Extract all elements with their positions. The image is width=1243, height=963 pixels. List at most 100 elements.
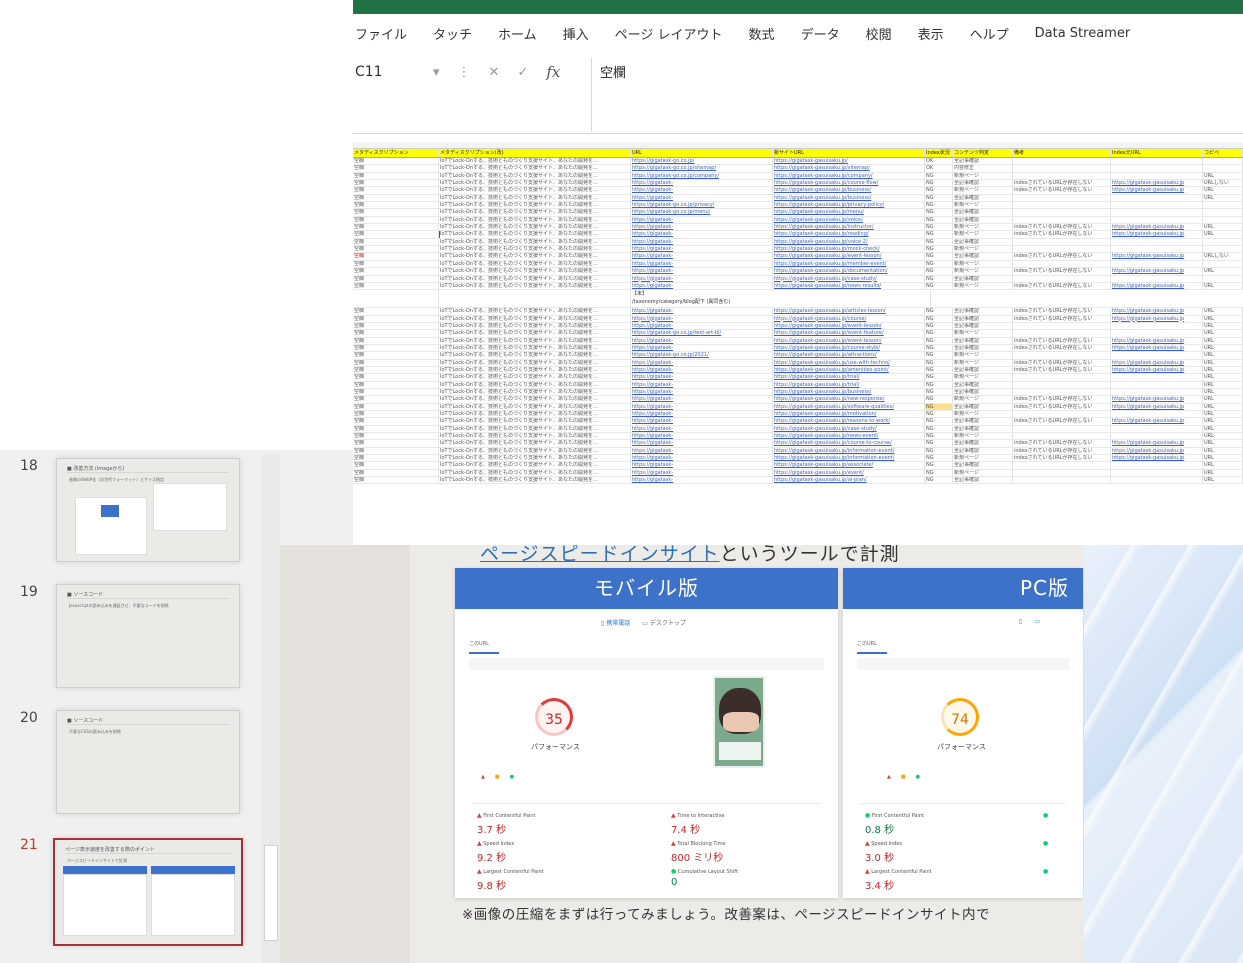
table-cell[interactable]: https://gigatask-gasuisaku.jp/informatio… xyxy=(773,455,925,462)
table-cell[interactable]: https://gigatask-gasuisaku.jp/mock-check… xyxy=(773,246,925,253)
table-cell[interactable]: URL xyxy=(1203,418,1243,425)
table-cell[interactable]: URL xyxy=(1203,462,1243,469)
table-cell[interactable] xyxy=(1013,411,1111,418)
table-cell[interactable]: IoTでLock-Onする、技術とものづくり支援サイト、あなたの開発を... xyxy=(439,194,631,202)
table-cell[interactable]: IoTでLock-Onする、技術とものづくり支援サイト、あなたの開発を... xyxy=(439,172,631,179)
table-cell[interactable]: NG xyxy=(925,425,953,432)
table-cell[interactable]: indexされているURLが存在しない xyxy=(1013,359,1111,366)
table-cell[interactable]: https://gigatask- xyxy=(631,366,773,374)
table-cell[interactable]: 空欄 xyxy=(353,158,439,165)
table-cell[interactable]: https://gigatask-gasuisaku.jp xyxy=(1111,418,1203,425)
ribbon-tab-file[interactable]: ファイル xyxy=(355,24,421,43)
table-cell[interactable]: 空欄 xyxy=(353,165,439,172)
table-cell[interactable]: https://gigatask-gasuisaku.jp/case-study… xyxy=(773,425,925,432)
table-cell[interactable]: https://gigatask-gasuisaku.jp xyxy=(1111,224,1203,231)
table-cell[interactable]: 新規ページ xyxy=(953,268,1013,275)
table-cell[interactable]: https://gigatask- xyxy=(631,216,773,224)
table-cell[interactable]: https://gigatask-gasuisaku.jp/news-resul… xyxy=(773,282,925,290)
table-cell[interactable]: URL xyxy=(1203,315,1243,322)
table-cell[interactable]: NG xyxy=(925,411,953,418)
table-cell[interactable]: 新規ページ xyxy=(953,231,1013,238)
table-cell[interactable]: https://gigatask-gasuisaku.jp xyxy=(1111,268,1203,275)
table-cell[interactable]: https://gigatask- xyxy=(631,411,773,418)
table-cell[interactable]: https://gigatask- xyxy=(631,282,773,290)
table-cell[interactable]: NG xyxy=(925,194,953,202)
table-cell[interactable]: URL xyxy=(1203,433,1243,440)
table-cell[interactable] xyxy=(1111,246,1203,253)
table-cell[interactable]: IoTでLock-Onする、技術とものづくり支援サイト、あなたの開発を... xyxy=(439,381,631,388)
table-cell[interactable]: https://gigatask-gasuisaku.jp/event-less… xyxy=(773,322,925,330)
ribbon-tab-page-layout[interactable]: ページ レイアウト xyxy=(615,24,737,43)
table-cell[interactable]: 全記事確認 xyxy=(953,366,1013,374)
table-cell[interactable]: https://gigatask- xyxy=(631,231,773,238)
table-cell[interactable] xyxy=(1013,246,1111,253)
table-cell[interactable]: 新規ページ xyxy=(953,469,1013,477)
table-cell[interactable]: https://gigatask-gasuisaku.jp xyxy=(1111,282,1203,290)
table-cell[interactable]: URL xyxy=(1203,381,1243,388)
table-cell[interactable]: 全記事確認 xyxy=(953,322,1013,330)
tab-desktop[interactable]: ▭ xyxy=(1034,618,1040,625)
table-cell[interactable]: https://gigatask-gasuisaku.jp xyxy=(1111,366,1203,374)
table-cell[interactable]: 全記事確認 xyxy=(953,447,1013,455)
table-cell[interactable]: 全記事確認 xyxy=(953,253,1013,260)
table-cell[interactable] xyxy=(1111,352,1203,359)
table-cell[interactable]: https://gigatask-go.co.jp/2021/ xyxy=(631,352,773,359)
slide-thumbnail-20[interactable]: ■ ソースコード 不要なCSSの読み込みを削除 xyxy=(56,710,240,814)
table-cell[interactable]: 空欄 xyxy=(353,433,439,440)
table-cell[interactable]: URL xyxy=(1203,282,1243,290)
table-cell[interactable]: IoTでLock-Onする、技術とものづくり支援サイト、あなたの開発を... xyxy=(439,447,631,455)
table-cell[interactable]: https://gigatask-gasuisaku.jp/event/ xyxy=(773,469,925,477)
table-cell[interactable]: https://gigatask-gasuisaku.jp/business/ xyxy=(773,194,925,202)
table-cell[interactable]: https://gigatask-gasuisaku.jp/event-feat… xyxy=(773,330,925,337)
table-cell[interactable]: https://gigatask-gasuisaku.jp/reading/ xyxy=(773,231,925,238)
table-cell[interactable] xyxy=(1013,462,1111,469)
table-cell[interactable]: 空欄 xyxy=(353,322,439,330)
table-cell[interactable] xyxy=(1203,158,1243,165)
table-cell[interactable]: IoTでLock-Onする、技術とものづくり支援サイト、あなたの開発を... xyxy=(439,388,631,396)
table-cell[interactable]: 空欄 xyxy=(353,282,439,290)
table-cell[interactable]: IoTでLock-Onする、技術とものづくり支援サイト、あなたの開発を... xyxy=(439,224,631,231)
ribbon-tab-review[interactable]: 校閲 xyxy=(866,24,906,43)
table-cell[interactable]: NG xyxy=(925,209,953,216)
table-cell[interactable]: URL xyxy=(1203,366,1243,374)
table-cell[interactable] xyxy=(1111,202,1203,209)
table-cell[interactable]: https://gigatask-gasuisaku.jp/member-eve… xyxy=(773,260,925,268)
table-cell[interactable]: 全記事確認 xyxy=(953,337,1013,344)
table-cell[interactable]: https://gigatask- xyxy=(631,260,773,268)
table-cell[interactable]: NG xyxy=(925,275,953,282)
table-cell[interactable]: 全記事確認 xyxy=(953,158,1013,165)
table-cell[interactable]: NG xyxy=(925,418,953,425)
table-cell[interactable]: https://gigatask-gasuisaku.jp/ xyxy=(773,158,925,165)
table-cell[interactable]: https://gigatask-gasuisaku.jp xyxy=(1111,253,1203,260)
table-cell[interactable] xyxy=(1013,158,1111,165)
table-cell[interactable]: NG xyxy=(925,403,953,410)
table-cell[interactable]: https://gigatask- xyxy=(631,374,773,381)
table-cell[interactable]: indexされているURLが存在しない xyxy=(1013,403,1111,410)
ribbon-tab-insert[interactable]: 挿入 xyxy=(563,24,603,43)
table-cell[interactable]: 新規ページ xyxy=(953,202,1013,209)
table-cell[interactable]: 空欄 xyxy=(353,381,439,388)
table-cell[interactable]: 全記事確認 xyxy=(953,209,1013,216)
table-cell[interactable]: NG xyxy=(925,260,953,268)
table-cell[interactable]: IoTでLock-Onする、技術とものづくり支援サイト、あなたの開発を... xyxy=(439,315,631,322)
table-cell[interactable]: https://gigatask-gasuisaku.jp/sitemap/ xyxy=(773,165,925,172)
table-cell[interactable]: https://gigatask- xyxy=(631,344,773,352)
ribbon-tab-formulas[interactable]: 数式 xyxy=(749,24,789,43)
table-cell[interactable]: 新規ページ xyxy=(953,433,1013,440)
table-cell[interactable]: IoTでLock-Onする、技術とものづくり支援サイト、あなたの開発を... xyxy=(439,337,631,344)
table-cell[interactable]: NG xyxy=(925,396,953,403)
table-cell[interactable] xyxy=(1013,194,1111,202)
table-cell[interactable]: 空欄 xyxy=(353,187,439,194)
table-cell[interactable]: https://gigatask- xyxy=(631,403,773,410)
table-cell[interactable]: NG xyxy=(925,344,953,352)
table-cell[interactable] xyxy=(1111,209,1203,216)
table-cell[interactable]: IoTでLock-Onする、技術とものづくり支援サイト、あなたの開発を... xyxy=(439,462,631,469)
header-cell[interactable]: コンテンツ判定 xyxy=(953,149,1013,157)
table-cell[interactable]: https://gigatask- xyxy=(631,469,773,477)
table-cell[interactable]: NG xyxy=(925,366,953,374)
table-cell[interactable]: OK xyxy=(925,158,953,165)
table-cell[interactable]: URL xyxy=(1203,268,1243,275)
table-cell[interactable]: IoTでLock-Onする、技術とものづくり支援サイト、あなたの開発を... xyxy=(439,216,631,224)
table-cell[interactable]: 全記事確認 xyxy=(953,238,1013,246)
table-cell[interactable]: 全記事確認 xyxy=(953,344,1013,352)
